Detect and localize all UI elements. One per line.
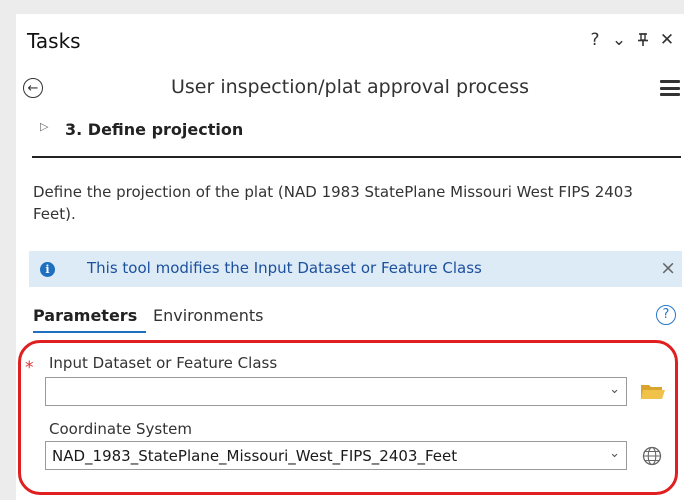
- pane-title-bar: Tasks ? ⌄ ✕: [16, 14, 684, 72]
- chevron-down-icon[interactable]: ⌄: [609, 382, 620, 397]
- required-marker: *: [25, 358, 34, 378]
- browse-folder-icon[interactable]: [640, 382, 666, 402]
- coordinate-system-label: Coordinate System: [49, 420, 192, 438]
- dismiss-info-icon[interactable]: ×: [660, 258, 676, 278]
- chevron-down-icon[interactable]: ⌄: [609, 446, 620, 461]
- tool-tabs: Parameters Environments ?: [16, 296, 684, 336]
- close-icon[interactable]: ✕: [656, 28, 678, 52]
- help-icon[interactable]: ?: [656, 305, 676, 325]
- input-dataset-label: Input Dataset or Feature Class: [49, 354, 278, 372]
- info-icon: i: [40, 262, 55, 277]
- task-nav-row: ← User inspection/plat approval process: [16, 72, 684, 108]
- coordinate-system-combo[interactable]: NAD_1983_StatePlane_Missouri_West_FIPS_2…: [45, 441, 627, 470]
- tasks-pane: Tasks ? ⌄ ✕ ← User inspection/plat appro…: [16, 14, 684, 500]
- step-title: 3. Define projection: [65, 120, 244, 139]
- divider: [32, 156, 681, 158]
- task-title: User inspection/plat approval process: [170, 76, 530, 98]
- expand-step-icon[interactable]: ▷: [40, 120, 48, 133]
- tab-environments[interactable]: Environments: [153, 306, 264, 325]
- coordinate-system-value: NAD_1983_StatePlane_Missouri_West_FIPS_2…: [52, 447, 458, 465]
- pane-title: Tasks: [27, 29, 81, 53]
- pin-icon[interactable]: [632, 28, 654, 52]
- info-text: This tool modifies the Input Dataset or …: [87, 259, 482, 277]
- menu-icon[interactable]: [660, 80, 680, 96]
- options-dropdown-icon[interactable]: ⌄: [608, 28, 630, 52]
- info-banner: i This tool modifies the Input Dataset o…: [29, 251, 682, 287]
- input-dataset-combo[interactable]: ⌄: [45, 377, 627, 406]
- step-description: Define the projection of the plat (NAD 1…: [33, 183, 633, 223]
- globe-icon[interactable]: [642, 446, 662, 466]
- help-button[interactable]: ?: [584, 28, 606, 52]
- pane-title-buttons: ? ⌄ ✕: [582, 28, 678, 52]
- tab-parameters[interactable]: Parameters: [33, 306, 137, 325]
- active-tab-underline: [33, 331, 146, 333]
- step-header[interactable]: ▷ 3. Define projection: [16, 116, 684, 146]
